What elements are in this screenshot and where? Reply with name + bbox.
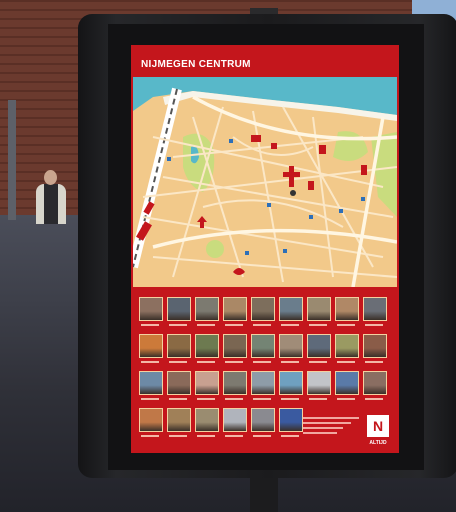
photo-caption [365, 361, 383, 363]
landmark-photo [251, 408, 275, 432]
photo-caption [309, 361, 327, 363]
landmark-photo [251, 334, 275, 358]
landmark-photo [279, 371, 303, 395]
photo-caption [197, 398, 215, 400]
landmark-photo [223, 371, 247, 395]
landmark-photo [335, 371, 359, 395]
landmark-photo [223, 334, 247, 358]
photo-caption [253, 324, 271, 326]
landmark-photo [251, 297, 275, 321]
landmark-photo [139, 371, 163, 395]
landmark-photo [167, 371, 191, 395]
photo-caption [365, 324, 383, 326]
photo-caption [169, 361, 187, 363]
landmark-photo [167, 334, 191, 358]
photo-caption [253, 398, 271, 400]
photo-caption [365, 398, 383, 400]
photo-caption [141, 324, 159, 326]
landmark-photo [363, 334, 387, 358]
photo-caption [281, 361, 299, 363]
landmark-photo [251, 371, 275, 395]
landmark-photo [363, 371, 387, 395]
pedestrian [34, 170, 68, 225]
landmark-photo [223, 297, 247, 321]
you-are-here [290, 190, 296, 196]
photo-caption [309, 324, 327, 326]
altijd-logo: N [367, 415, 389, 437]
info-text-block [303, 417, 359, 445]
landmark-photo [195, 408, 219, 432]
photo-caption [169, 398, 187, 400]
landmark-photo [307, 297, 331, 321]
landmark-photo [167, 297, 191, 321]
photo-caption [141, 361, 159, 363]
landmark-photo [139, 334, 163, 358]
photo-caption [141, 435, 159, 437]
landmark-photo [195, 334, 219, 358]
drain-pipe [8, 100, 16, 220]
photo-caption [197, 324, 215, 326]
sign-face: NIJMEGEN CENTRUM N ALTIJD [131, 45, 399, 453]
landmark-photo [195, 297, 219, 321]
street-scene: NIJMEGEN CENTRUM N ALTIJD [0, 0, 456, 512]
photo-caption [225, 324, 243, 326]
roundabout [206, 240, 224, 258]
landmark-photo [223, 408, 247, 432]
photo-caption [197, 435, 215, 437]
landmark-photo [167, 408, 191, 432]
photo-caption [281, 398, 299, 400]
sign-title: NIJMEGEN CENTRUM [141, 59, 251, 70]
landmark-photo [279, 408, 303, 432]
photo-caption [169, 324, 187, 326]
photo-caption [253, 435, 271, 437]
photo-caption [309, 398, 327, 400]
photo-caption [253, 361, 271, 363]
landmark-photo [139, 408, 163, 432]
photo-caption [141, 398, 159, 400]
photo-caption [225, 435, 243, 437]
photo-caption [225, 398, 243, 400]
photo-caption [225, 361, 243, 363]
photo-caption [337, 324, 355, 326]
photo-caption [337, 361, 355, 363]
photo-caption [337, 398, 355, 400]
landmark-photo [279, 297, 303, 321]
city-map [133, 77, 397, 287]
photo-caption [281, 324, 299, 326]
photo-caption [197, 361, 215, 363]
landmark-photo [335, 334, 359, 358]
photo-caption [281, 435, 299, 437]
landmark-photo [307, 334, 331, 358]
brand-name: ALTIJD [369, 440, 387, 446]
landmark-photo [279, 334, 303, 358]
landmark-photo [139, 297, 163, 321]
photo-caption [169, 435, 187, 437]
city-map-graphic [133, 77, 397, 287]
landmark-photo [307, 371, 331, 395]
landmark-photo [363, 297, 387, 321]
landmark-photo [195, 371, 219, 395]
landmark-photo [335, 297, 359, 321]
